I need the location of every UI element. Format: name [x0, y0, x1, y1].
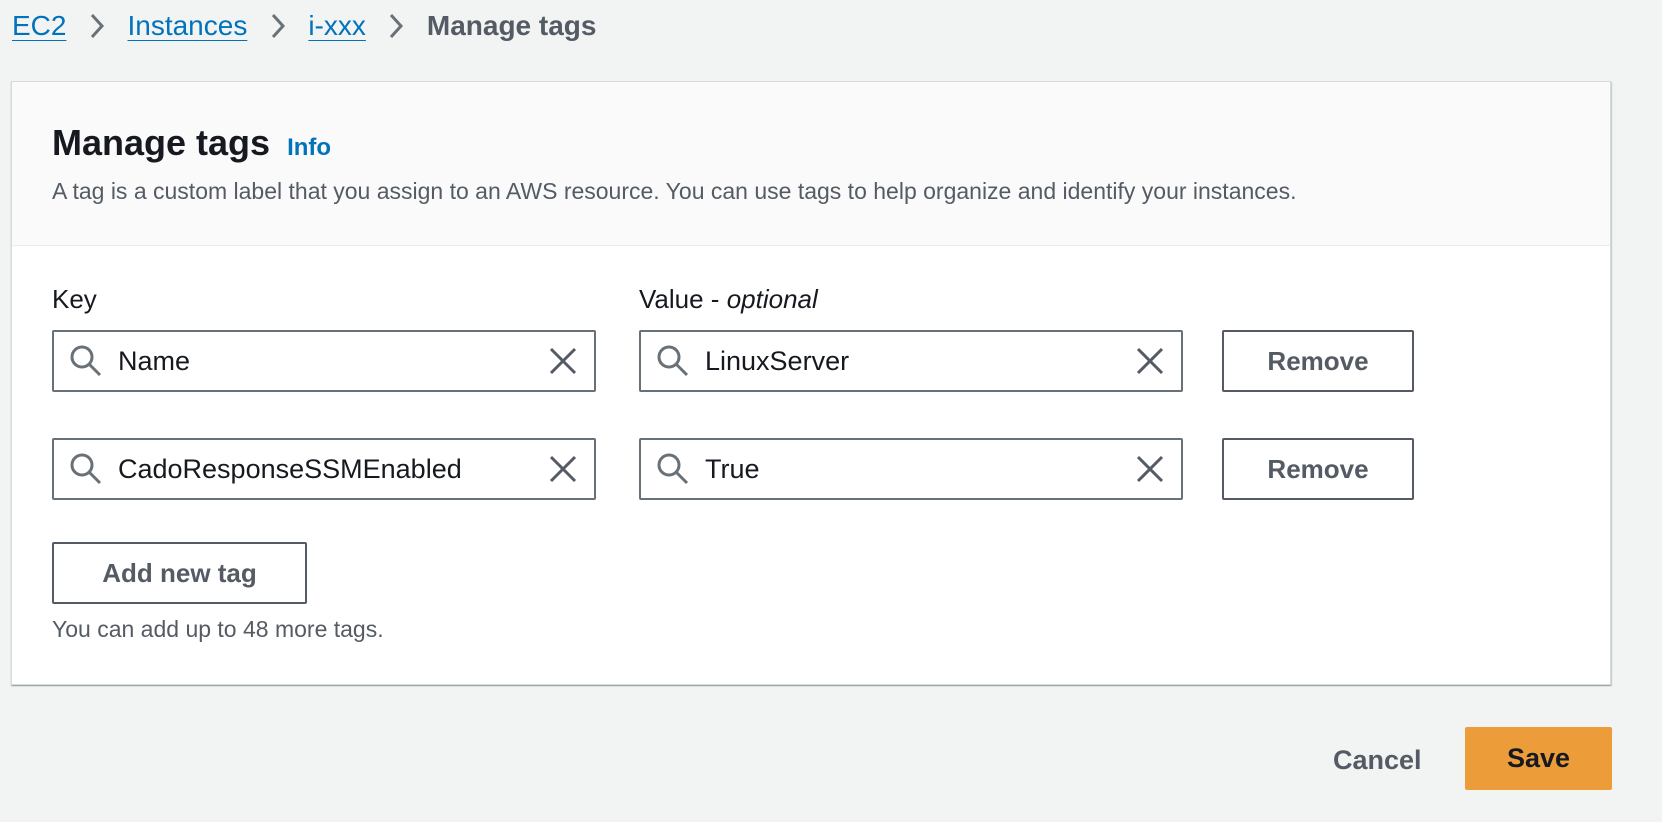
clear-icon[interactable] — [546, 344, 580, 378]
tag-value-value: True — [705, 453, 760, 484]
tag-key-value: CadoResponseSSMEnabled — [118, 453, 462, 484]
tag-key-input[interactable]: CadoResponseSSMEnabled — [52, 438, 596, 500]
tag-key-value: Name — [118, 345, 191, 376]
chevron-right-icon — [66, 12, 127, 40]
clear-icon[interactable] — [546, 452, 580, 486]
key-column-label: Key — [52, 284, 97, 314]
panel-header: Manage tags Info A tag is a custom label… — [12, 82, 1610, 246]
breadcrumb: EC2 Instances i-xxx Manage tags — [12, 8, 596, 44]
panel-title-row: Manage tags Info — [52, 122, 331, 164]
tag-limit-hint: You can add up to 48 more tags. — [52, 616, 384, 642]
tag-key-input[interactable]: Name — [52, 330, 596, 392]
breadcrumb-current: Manage tags — [426, 10, 597, 41]
remove-tag-button[interactable]: Remove — [1222, 438, 1414, 500]
breadcrumb-instance-link[interactable]: i-xxx — [308, 10, 366, 42]
breadcrumb-ec2-link[interactable]: EC2 — [12, 10, 66, 42]
tag-value-input[interactable]: True — [639, 438, 1183, 500]
remove-tag-button[interactable]: Remove — [1222, 330, 1414, 392]
clear-icon[interactable] — [1133, 344, 1167, 378]
add-new-tag-button[interactable]: Add new tag — [52, 542, 307, 604]
save-button[interactable]: Save — [1465, 727, 1612, 790]
breadcrumb-instances-link[interactable]: Instances — [127, 10, 247, 42]
manage-tags-panel: Manage tags Info A tag is a custom label… — [11, 81, 1611, 685]
clear-icon[interactable] — [1133, 452, 1167, 486]
tag-value-input[interactable]: LinuxServer — [639, 330, 1183, 392]
value-label-text: Value - — [639, 284, 727, 314]
info-link[interactable]: Info — [287, 134, 331, 162]
value-optional-text: optional — [726, 284, 818, 314]
panel-description: A tag is a custom label that you assign … — [52, 178, 1297, 204]
search-icon — [70, 345, 102, 377]
search-icon — [657, 345, 689, 377]
page-title: Manage tags — [52, 122, 271, 163]
tag-value-value: LinuxServer — [705, 345, 850, 376]
search-icon — [70, 453, 102, 485]
chevron-right-icon — [366, 12, 427, 40]
search-icon — [657, 453, 689, 485]
cancel-button[interactable]: Cancel — [1333, 745, 1422, 781]
value-column-label: Value - optional — [639, 284, 818, 315]
chevron-right-icon — [247, 12, 308, 40]
